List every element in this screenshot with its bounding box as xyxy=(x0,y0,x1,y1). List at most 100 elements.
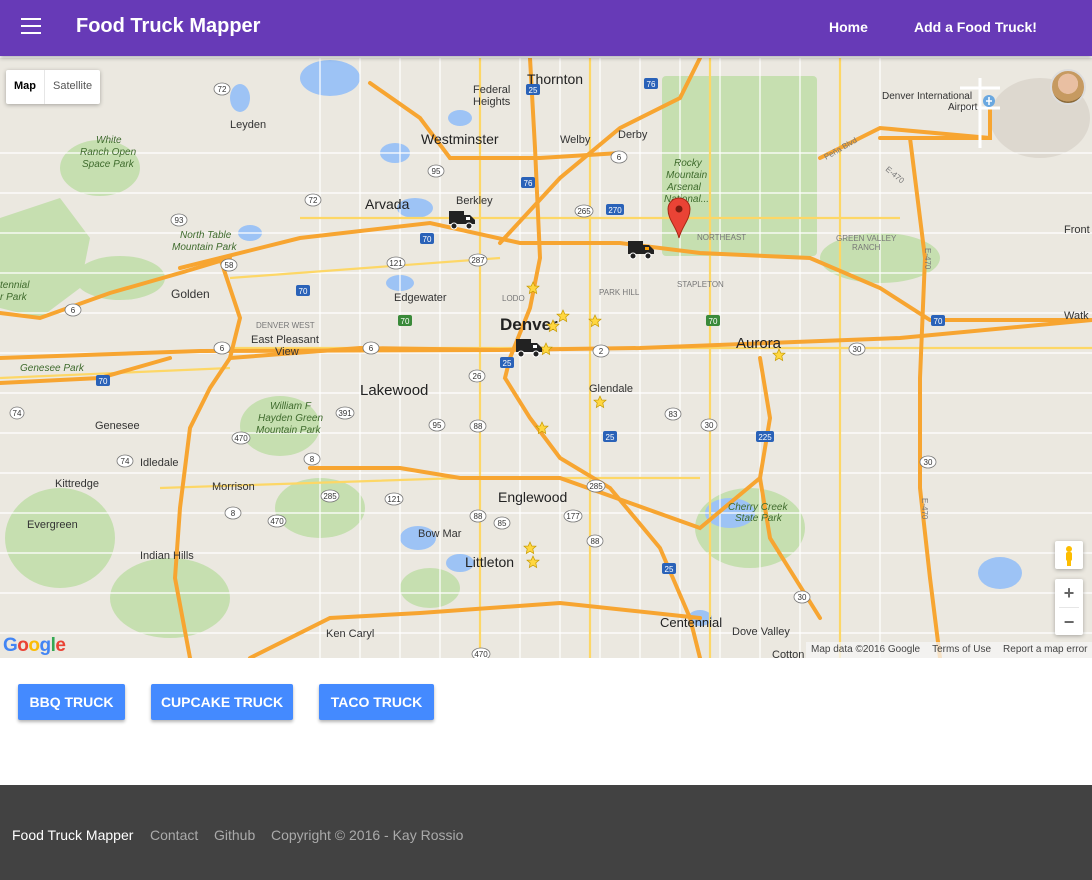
svg-text:74: 74 xyxy=(121,457,130,466)
nav-add-truck-link[interactable]: Add a Food Truck! xyxy=(914,19,1037,35)
svg-text:88: 88 xyxy=(474,422,483,431)
svg-text:Front: Front xyxy=(1064,224,1090,236)
svg-text:STAPLETON: STAPLETON xyxy=(677,280,724,289)
taco-truck-button[interactable]: TACO TRUCK xyxy=(319,684,434,720)
svg-text:Genesee Park: Genesee Park xyxy=(20,363,85,374)
svg-text:6: 6 xyxy=(220,344,225,353)
svg-text:74: 74 xyxy=(13,409,22,418)
svg-text:Centennial: Centennial xyxy=(660,615,722,630)
street-view-pegman-icon[interactable] xyxy=(1055,541,1083,569)
svg-text:State Park: State Park xyxy=(735,513,783,524)
svg-text:93: 93 xyxy=(175,216,184,225)
user-avatar[interactable] xyxy=(1050,69,1086,105)
truck-icon[interactable] xyxy=(516,339,542,358)
map-view[interactable]: 25 76 76 70 270 70 70 70 70 70 25 25 25 … xyxy=(0,58,1092,658)
svg-text:470: 470 xyxy=(234,434,248,443)
terms-of-use-link[interactable]: Terms of Use xyxy=(932,642,991,658)
svg-text:tennial: tennial xyxy=(0,280,30,291)
app-title: Food Truck Mapper xyxy=(76,15,261,37)
svg-text:121: 121 xyxy=(389,259,403,268)
svg-text:76: 76 xyxy=(524,179,533,188)
water-layer xyxy=(230,60,1022,626)
report-map-error-link[interactable]: Report a map error xyxy=(1003,642,1087,658)
svg-text:RANCH: RANCH xyxy=(852,243,881,252)
map-type-satellite-button[interactable]: Satellite xyxy=(44,70,100,104)
svg-text:North Table: North Table xyxy=(180,230,232,241)
svg-text:GREEN VALLEY: GREEN VALLEY xyxy=(836,234,897,243)
svg-text:72: 72 xyxy=(309,196,318,205)
svg-text:25: 25 xyxy=(529,86,538,95)
map-attribution: Map data ©2016 Google Terms of Use Repor… xyxy=(806,642,1092,658)
hamburger-menu-icon[interactable] xyxy=(21,18,41,34)
cupcake-truck-button[interactable]: CUPCAKE TRUCK xyxy=(151,684,293,720)
svg-text:Leyden: Leyden xyxy=(230,119,266,131)
airport-icon xyxy=(983,95,995,107)
svg-text:Hayden Green: Hayden Green xyxy=(258,413,323,424)
google-logo: Google xyxy=(3,635,66,656)
svg-text:Space Park: Space Park xyxy=(82,159,135,170)
svg-text:PARK HILL: PARK HILL xyxy=(599,288,640,297)
svg-text:95: 95 xyxy=(433,421,442,430)
svg-text:30: 30 xyxy=(853,345,862,354)
svg-text:72: 72 xyxy=(218,85,227,94)
map-type-map-button[interactable]: Map xyxy=(6,70,44,104)
svg-text:Berkley: Berkley xyxy=(456,195,493,207)
svg-text:265: 265 xyxy=(577,207,591,216)
bbq-truck-button[interactable]: BBQ TRUCK xyxy=(18,684,125,720)
footer-brand[interactable]: Food Truck Mapper xyxy=(12,827,133,843)
svg-text:Ranch Open: Ranch Open xyxy=(80,147,137,158)
svg-text:Arsenal: Arsenal xyxy=(666,182,702,193)
app-bar: Food Truck Mapper Home Add a Food Truck! xyxy=(0,0,1092,56)
svg-text:285: 285 xyxy=(589,482,603,491)
svg-text:8: 8 xyxy=(231,509,236,518)
footer: Food Truck Mapper Contact Github Copyrig… xyxy=(0,785,1092,880)
svg-text:Edgewater: Edgewater xyxy=(394,292,447,304)
map-canvas[interactable]: 25 76 76 70 270 70 70 70 70 70 25 25 25 … xyxy=(0,58,1092,658)
svg-text:6: 6 xyxy=(617,153,622,162)
svg-text:Cotton: Cotton xyxy=(772,649,804,658)
truck-button-row: BBQ TRUCK CUPCAKE TRUCK TACO TRUCK xyxy=(0,658,1092,785)
svg-text:DENVER WEST: DENVER WEST xyxy=(256,321,315,330)
svg-text:25: 25 xyxy=(606,433,615,442)
footer-github-link[interactable]: Github xyxy=(214,827,255,843)
svg-text:Morrison: Morrison xyxy=(212,481,255,493)
svg-text:470: 470 xyxy=(474,650,488,658)
svg-text:70: 70 xyxy=(299,287,308,296)
svg-text:70: 70 xyxy=(934,317,943,326)
svg-text:William F: William F xyxy=(270,401,312,412)
svg-text:2: 2 xyxy=(599,347,604,356)
svg-text:95: 95 xyxy=(432,167,441,176)
svg-text:70: 70 xyxy=(709,317,718,326)
svg-text:Golden: Golden xyxy=(171,287,210,301)
truck-icon[interactable] xyxy=(449,211,475,230)
svg-text:76: 76 xyxy=(647,80,656,89)
svg-text:Derby: Derby xyxy=(618,129,648,141)
svg-text:Watk: Watk xyxy=(1064,310,1089,322)
zoom-out-button[interactable]: − xyxy=(1055,608,1083,636)
svg-text:25: 25 xyxy=(665,565,674,574)
svg-text:26: 26 xyxy=(473,372,482,381)
svg-text:70: 70 xyxy=(401,317,410,326)
svg-text:470: 470 xyxy=(270,517,284,526)
zoom-control: + − xyxy=(1055,579,1083,635)
svg-text:Denver International: Denver International xyxy=(882,91,972,102)
zoom-in-button[interactable]: + xyxy=(1055,579,1083,607)
footer-contact-link[interactable]: Contact xyxy=(150,827,198,843)
svg-text:88: 88 xyxy=(591,537,600,546)
svg-text:Mountain: Mountain xyxy=(666,170,708,181)
svg-text:287: 287 xyxy=(471,256,485,265)
svg-text:88: 88 xyxy=(474,512,483,521)
svg-text:Glendale: Glendale xyxy=(589,383,633,395)
svg-text:285: 285 xyxy=(323,492,337,501)
svg-text:LODO: LODO xyxy=(502,294,525,303)
truck-icon[interactable] xyxy=(628,241,654,260)
svg-text:Lakewood: Lakewood xyxy=(360,382,428,399)
svg-text:Englewood: Englewood xyxy=(498,489,567,505)
svg-text:30: 30 xyxy=(705,421,714,430)
svg-text:Indian Hills: Indian Hills xyxy=(140,550,194,562)
svg-text:85: 85 xyxy=(498,519,507,528)
nav-home-link[interactable]: Home xyxy=(829,19,868,35)
svg-text:6: 6 xyxy=(71,306,76,315)
footer-copyright: Copyright © 2016 - Kay Rossio xyxy=(271,827,464,843)
svg-text:Heights: Heights xyxy=(473,96,511,108)
